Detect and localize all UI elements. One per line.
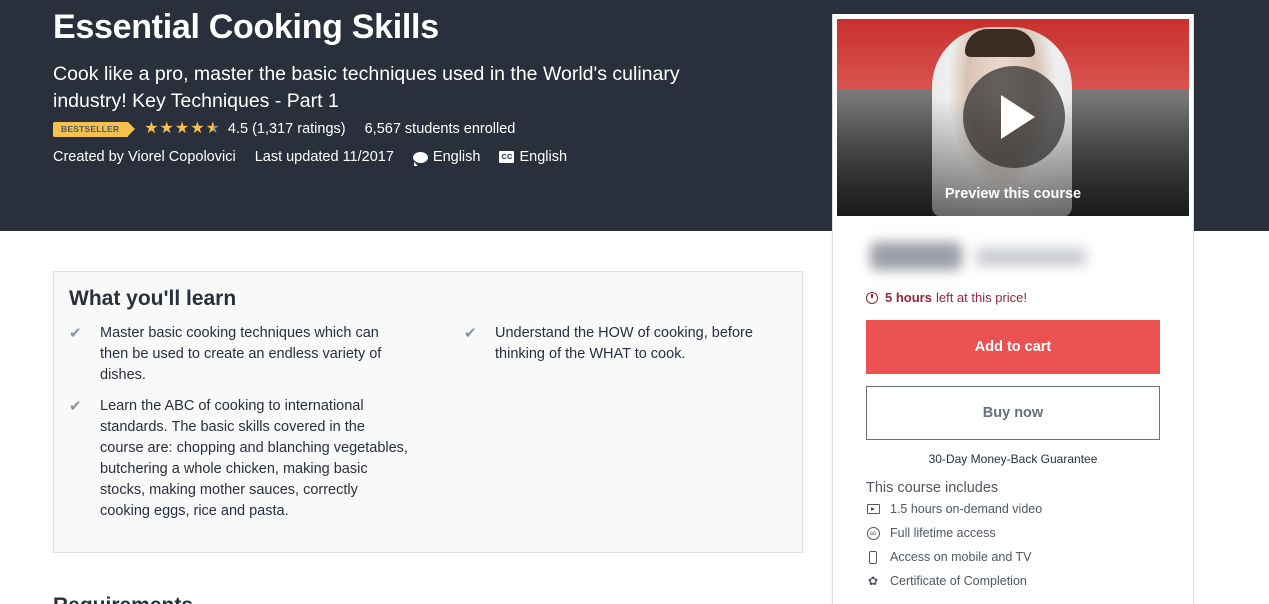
- mobile-icon: [869, 550, 877, 564]
- last-updated: Last updated 11/2017: [254, 149, 394, 165]
- certificate-icon: ✿: [867, 574, 879, 588]
- course-meta: Created by Viorel Copolovici Last update…: [53, 147, 567, 167]
- students-enrolled: 6,567 students enrolled: [364, 121, 516, 137]
- include-text: 1.5 hours on-demand video: [890, 502, 1043, 516]
- include-item-certificate: ✿ Certificate of Completion: [866, 574, 1027, 588]
- original-price-blur: [976, 248, 1086, 266]
- money-back-guarantee: 30-Day Money-Back Guarantee: [928, 452, 1098, 466]
- learn-heading: What you'll learn: [69, 287, 237, 310]
- check-icon: ✔: [69, 398, 82, 415]
- stopwatch-icon: [866, 291, 878, 304]
- learn-item: ✔ Understand the HOW of cooking, before …: [464, 323, 784, 365]
- learn-item-text: Master basic cooking techniques which ca…: [100, 325, 382, 383]
- star-icon: ★: [174, 120, 190, 137]
- learn-item: ✔ Master basic cooking techniques which …: [69, 323, 409, 386]
- check-icon: ✔: [464, 325, 477, 342]
- timer-text: left at this price!: [935, 290, 1028, 305]
- includes-heading: This course includes: [866, 480, 999, 496]
- star-icon: ★: [190, 120, 205, 137]
- include-item-mobile: Access on mobile and TV: [866, 550, 1032, 564]
- course-subtitle: Cook like a pro, master the basic techni…: [53, 63, 680, 112]
- current-price-blur: [870, 242, 962, 270]
- include-item-access: ∞ Full lifetime access: [866, 526, 996, 540]
- learn-item: ✔ Learn the ABC of cooking to internatio…: [69, 396, 409, 522]
- rating-text[interactable]: 4.5 (1,317 ratings): [228, 121, 346, 137]
- preview-label[interactable]: Preview this course: [837, 186, 1189, 202]
- include-text: Certificate of Completion: [890, 574, 1027, 588]
- bestseller-badge: BESTSELLER: [53, 121, 136, 137]
- include-text: Full lifetime access: [890, 526, 996, 540]
- closed-captions-icon: CC: [499, 151, 515, 163]
- course-title: Essential Cooking Skills: [53, 8, 439, 46]
- play-icon[interactable]: [963, 66, 1065, 168]
- course-stats: BESTSELLER ★ ★ ★ ★ ★ 4.5 (1,317 ratings)…: [53, 119, 515, 139]
- timer-hours: 5 hours: [885, 290, 932, 305]
- price-blurred: [866, 232, 1106, 278]
- check-icon: ✔: [69, 325, 82, 342]
- what-youll-learn-box: What you'll learn ✔ Master basic cooking…: [53, 271, 803, 553]
- speech-bubble-icon: [412, 151, 428, 166]
- star-icon: ★: [159, 120, 174, 137]
- add-to-cart-button[interactable]: Add to cart: [866, 320, 1160, 374]
- captions-language: English: [519, 149, 568, 165]
- infinity-icon: ∞: [866, 526, 880, 540]
- half-star-icon: ★: [205, 120, 220, 137]
- course-preview-video[interactable]: Preview this course: [837, 19, 1189, 216]
- include-item-video: 1.5 hours on-demand video: [866, 502, 1042, 516]
- learn-item-text: Understand the HOW of cooking, before th…: [495, 325, 753, 362]
- requirements-heading: Requirements: [53, 594, 193, 604]
- instructor-credit[interactable]: Created by Viorel Copolovici: [53, 149, 236, 165]
- star-icon: ★: [144, 120, 159, 137]
- learn-item-text: Learn the ABC of cooking to internationa…: [100, 398, 408, 519]
- price-timer: 5 hours left at this price!: [866, 290, 1027, 305]
- buy-now-button[interactable]: Buy now: [866, 386, 1160, 440]
- include-text: Access on mobile and TV: [890, 550, 1032, 564]
- video-icon: [866, 504, 880, 514]
- course-language: English: [432, 149, 481, 165]
- rating-stars: ★ ★ ★ ★ ★: [144, 121, 220, 137]
